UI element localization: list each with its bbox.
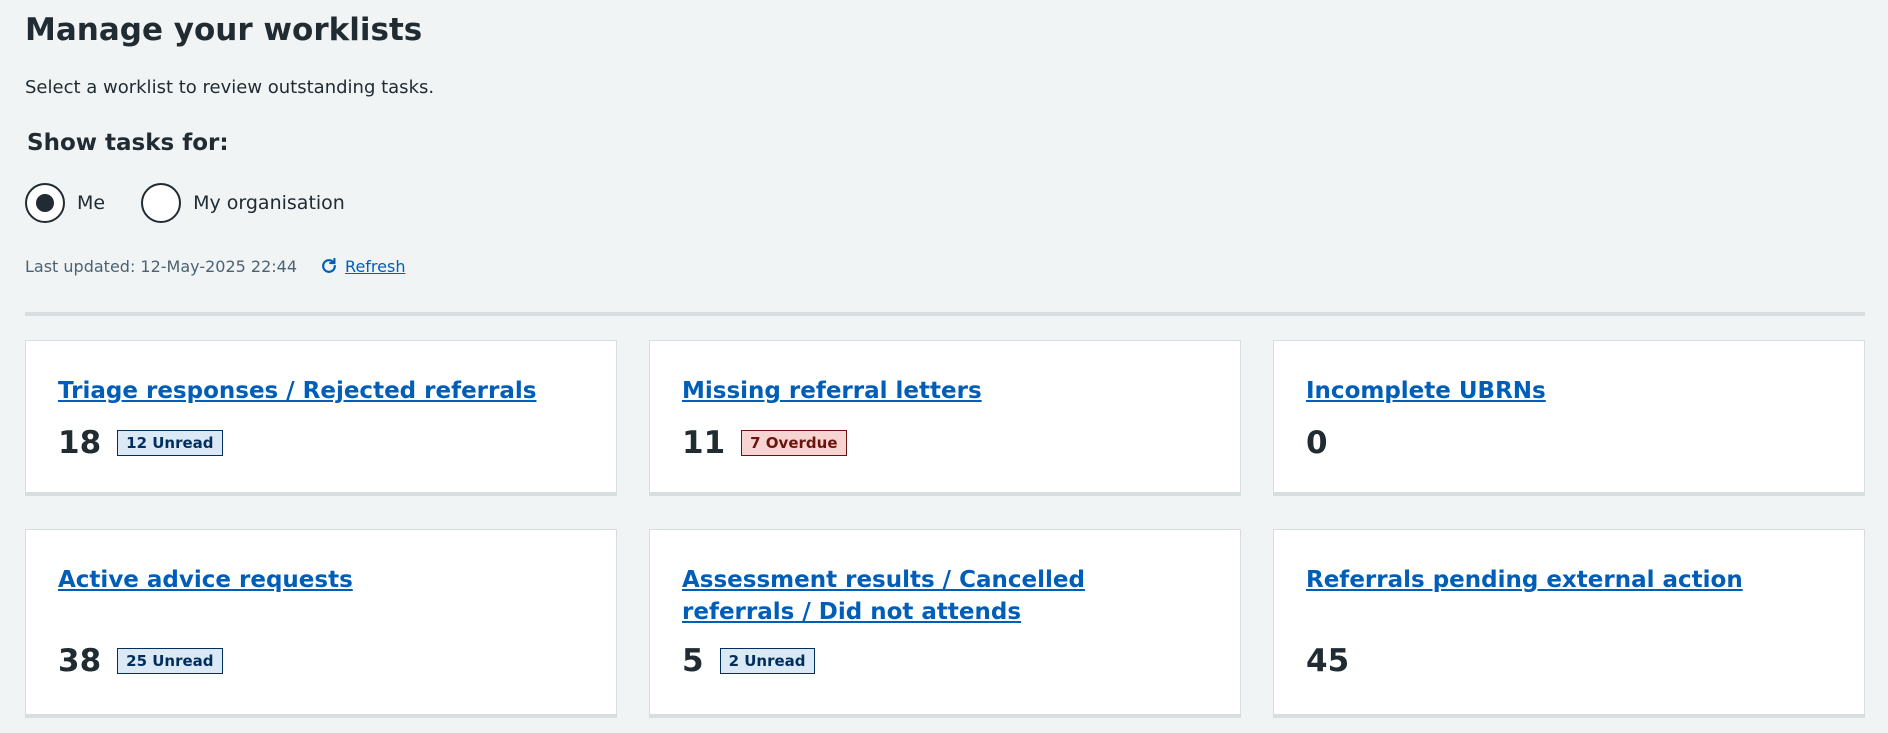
refresh-button[interactable]: Refresh [319, 256, 405, 276]
unread-tag: 12 Unread [117, 430, 223, 456]
worklist-card-meta: 5 2 Unread [682, 643, 815, 679]
worklist-card-link[interactable]: Missing referral letters [682, 375, 1202, 407]
worklist-card-link[interactable]: Active advice requests [58, 564, 578, 596]
worklist-card-meta: 11 7 Overdue [682, 425, 847, 461]
radio-my-organisation-input[interactable] [141, 183, 182, 223]
worklist-card-meta: 38 25 Unread [58, 643, 223, 679]
overdue-tag: 7 Overdue [741, 430, 847, 456]
worklist-card-link[interactable]: Assessment results / Cancelled referrals… [682, 564, 1202, 628]
worklist-count: 11 [682, 425, 726, 461]
worklist-card: Missing referral letters 11 7 Overdue [649, 340, 1241, 496]
worklist-card: Assessment results / Cancelled referrals… [649, 529, 1241, 718]
show-tasks-radio-group: Me My organisation [25, 183, 381, 223]
worklist-count: 38 [58, 643, 102, 679]
show-tasks-legend: Show tasks for: [27, 130, 229, 156]
worklist-count: 18 [58, 425, 102, 461]
last-updated-text: Last updated: 12-May-2025 22:44 [25, 256, 298, 276]
worklist-card: Triage responses / Rejected referrals 18… [25, 340, 617, 496]
worklist-count: 0 [1306, 425, 1328, 461]
worklist-card: Active advice requests 38 25 Unread [25, 529, 617, 718]
worklist-card-link[interactable]: Referrals pending external action [1306, 564, 1826, 596]
worklist-card-meta: 0 [1306, 425, 1328, 461]
radio-my-organisation[interactable]: My organisation [141, 183, 345, 223]
radio-me[interactable]: Me [25, 183, 105, 223]
page-intro: Select a worklist to review outstanding … [25, 77, 435, 98]
status-line: Last updated: 12-May-2025 22:44 Refresh [25, 256, 405, 276]
worklist-count: 5 [682, 643, 704, 679]
worklist-card-meta: 18 12 Unread [58, 425, 223, 461]
refresh-link[interactable]: Refresh [345, 257, 405, 276]
radio-my-organisation-label: My organisation [193, 192, 345, 214]
radio-me-input[interactable] [25, 183, 65, 223]
section-divider [25, 312, 1865, 316]
worklist-count: 45 [1306, 643, 1350, 679]
unread-tag: 2 Unread [719, 648, 815, 674]
worklist-card: Referrals pending external action 45 [1273, 529, 1865, 718]
radio-me-label: Me [77, 192, 106, 214]
worklist-card-meta: 45 [1306, 643, 1349, 679]
worklist-card-link[interactable]: Incomplete UBRNs [1306, 375, 1826, 407]
unread-tag: 25 Unread [117, 648, 223, 674]
refresh-icon [322, 257, 336, 273]
worklist-card: Incomplete UBRNs 0 [1273, 340, 1865, 496]
worklist-card-link[interactable]: Triage responses / Rejected referrals [58, 375, 578, 407]
page-title: Manage your worklists [25, 12, 423, 48]
